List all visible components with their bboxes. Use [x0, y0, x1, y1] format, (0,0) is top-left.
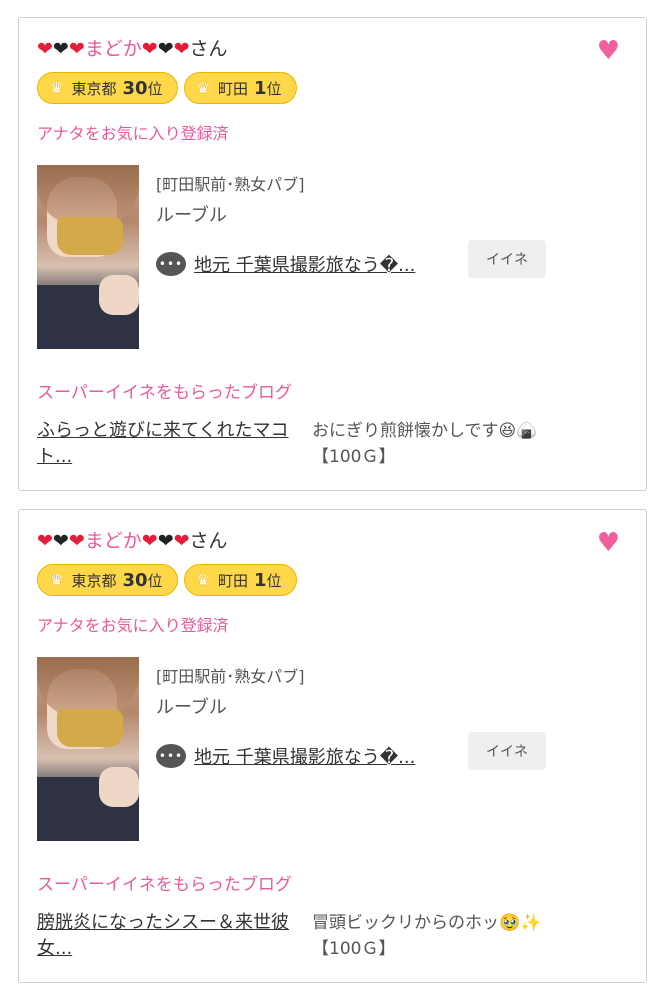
badge-rank: 30: [122, 77, 148, 99]
badge-rank: 30: [122, 569, 148, 591]
badge-area: 町田: [218, 571, 249, 590]
ranking-badge-prefecture[interactable]: ♛ 東京都 30 位: [37, 564, 178, 596]
super-like-blog-link[interactable]: ふらっと遊びに来てくれたマコト...: [37, 418, 302, 470]
ranking-badge-prefecture[interactable]: ♛ 東京都 30 位: [37, 72, 178, 104]
ranking-badges: ♛ 東京都 30 位 ♛ 町田 1 位: [37, 564, 297, 596]
name-suffix: さん: [189, 530, 228, 552]
ranking-badges: ♛ 東京都 30 位 ♛ 町田 1 位: [37, 72, 297, 104]
ranking-badge-area[interactable]: ♛ 町田 1 位: [183, 564, 297, 596]
girl-name: まどか: [84, 38, 142, 60]
crown-icon: ♛: [196, 79, 210, 97]
like-button[interactable]: イイネ: [468, 732, 546, 770]
badge-area: 東京都: [71, 571, 117, 590]
girl-name-row[interactable]: ❤❤❤まどか❤❤❤さん: [37, 36, 228, 62]
shop-name: ルーブル: [156, 205, 227, 226]
girl-photo[interactable]: [37, 165, 139, 349]
badge-rank-suffix: 位: [266, 571, 282, 590]
girl-card: ❤❤❤まどか❤❤❤さん ♥ ♛ 東京都 30 位 ♛ 町田 1 位 アナタをお気…: [18, 509, 647, 983]
super-like-section-label: スーパーイイネをもらったブログ: [37, 383, 292, 403]
ranking-badge-area[interactable]: ♛ 町田 1 位: [183, 72, 297, 104]
super-like-section-label: スーパーイイネをもらったブログ: [37, 875, 292, 895]
badge-rank: 1: [254, 569, 267, 591]
badge-rank: 1: [254, 77, 267, 99]
shop-info: [町田駅前･熟女パブ] ルーブル: [156, 663, 305, 719]
comment-text: 冒頭ビックリからのホッ🥹✨: [312, 913, 542, 933]
favorite-status: アナタをお気に入り登録済: [37, 616, 229, 635]
speech-bubble-icon: •••: [156, 252, 186, 276]
latest-blog-row: ••• 地元 千葉県撮影旅なう�...: [156, 743, 415, 769]
girl-card: ❤❤❤まどか❤❤❤さん ♥ ♛ 東京都 30 位 ♛ 町田 1 位 アナタをお気…: [18, 17, 647, 491]
shop-name: ルーブル: [156, 697, 227, 718]
comment-points: 【100Ｇ】: [312, 939, 396, 959]
heart-decoration-icon: ❤❤❤: [141, 530, 190, 552]
latest-blog-row: ••• 地元 千葉県撮影旅なう�...: [156, 251, 415, 277]
girl-name: まどか: [84, 530, 142, 552]
super-like-blog-link[interactable]: 膀胱炎になったシスー＆来世彼女...: [37, 910, 302, 962]
favorite-status: アナタをお気に入り登録済: [37, 124, 229, 143]
heart-decoration-icon: ❤❤❤: [37, 38, 85, 60]
badge-area: 東京都: [71, 79, 117, 98]
crown-icon: ♛: [50, 79, 64, 97]
badge-rank-suffix: 位: [147, 571, 163, 590]
shop-info: [町田駅前･熟女パブ] ルーブル: [156, 171, 305, 227]
badge-area: 町田: [218, 79, 249, 98]
girl-name-row[interactable]: ❤❤❤まどか❤❤❤さん: [37, 528, 228, 554]
speech-bubble-icon: •••: [156, 744, 186, 768]
comment-points: 【100Ｇ】: [312, 447, 396, 467]
latest-blog-link[interactable]: 地元 千葉県撮影旅なう�...: [194, 251, 415, 277]
badge-rank-suffix: 位: [147, 79, 163, 98]
heart-decoration-icon: ❤❤❤: [37, 530, 85, 552]
latest-blog-link[interactable]: 地元 千葉県撮影旅なう�...: [194, 743, 415, 769]
super-like-comment: 冒頭ビックリからのホッ🥹✨ 【100Ｇ】: [312, 910, 612, 962]
crown-icon: ♛: [50, 571, 64, 589]
shop-area: [町田駅前･熟女パブ]: [156, 175, 305, 194]
badge-rank-suffix: 位: [266, 79, 282, 98]
comment-text: おにぎり煎餅懐かしです😆🍙: [312, 421, 538, 441]
like-button[interactable]: イイネ: [468, 240, 546, 278]
super-like-comment: おにぎり煎餅懐かしです😆🍙 【100Ｇ】: [312, 418, 612, 470]
shop-area: [町田駅前･熟女パブ]: [156, 667, 305, 686]
name-suffix: さん: [189, 38, 228, 60]
crown-icon: ♛: [196, 571, 210, 589]
favorite-heart-icon[interactable]: ♥: [597, 38, 620, 64]
heart-decoration-icon: ❤❤❤: [141, 38, 190, 60]
favorite-heart-icon[interactable]: ♥: [597, 530, 620, 556]
girl-photo[interactable]: [37, 657, 139, 841]
